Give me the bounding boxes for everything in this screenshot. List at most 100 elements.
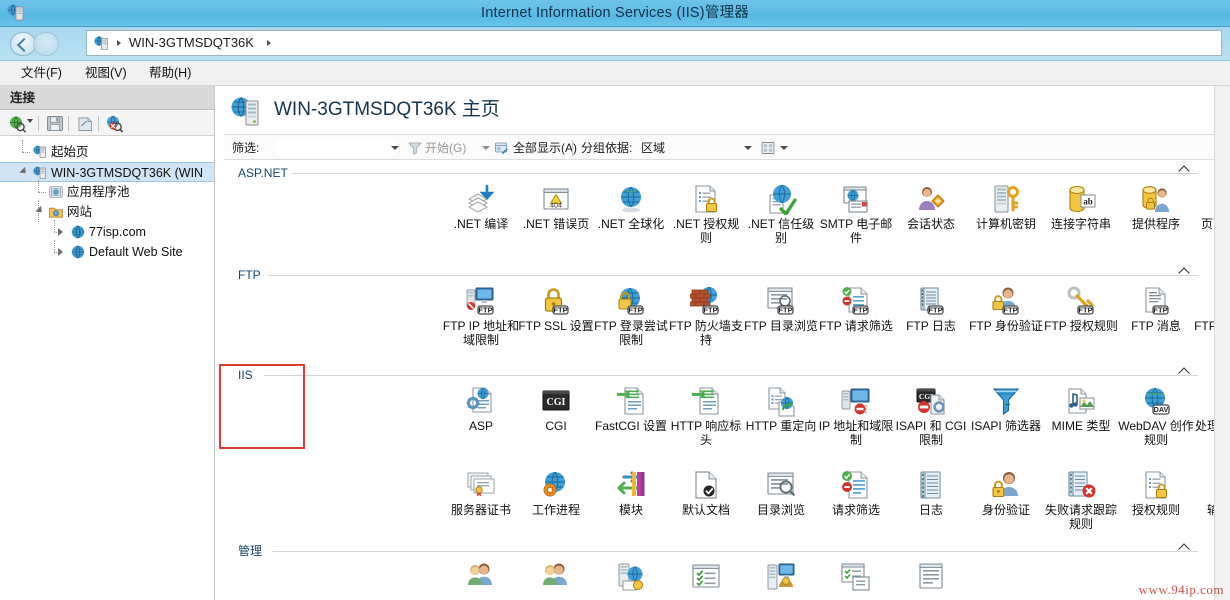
group-by-caret[interactable] xyxy=(744,146,752,150)
filter-label: 筛选: xyxy=(232,141,260,155)
export-icon[interactable] xyxy=(75,114,95,133)
feature-providers[interactable]: 提供程序 xyxy=(1117,183,1195,231)
group-by-value[interactable]: 区域 xyxy=(641,135,665,161)
feature-net-authorization-rules[interactable]: .NET 授权规则 xyxy=(667,183,745,245)
connect-globe-icon[interactable] xyxy=(8,114,28,133)
feature-label: 失败请求跟踪规则 xyxy=(1044,503,1117,531)
section-rule xyxy=(292,173,1198,174)
filter-go-button[interactable]: 开始(G) xyxy=(425,135,466,161)
chevron-up-icon[interactable] xyxy=(1179,165,1190,173)
feature-ftp-logging[interactable]: FTP FTP 日志 xyxy=(892,285,970,333)
tree-item-start-page[interactable]: 起始页 xyxy=(0,140,214,162)
feature-machine-key[interactable]: 计算机密钥 xyxy=(967,183,1045,231)
filter-input[interactable] xyxy=(276,139,396,157)
chevron-expanded-icon[interactable] xyxy=(35,205,45,216)
net-globalization-icon xyxy=(615,183,647,215)
feature-iis-manager-users[interactable] xyxy=(517,561,595,595)
connection-strings-icon: ab xyxy=(1065,183,1097,215)
feature-failed-request-tracing-rules[interactable]: 失败请求跟踪规则 xyxy=(1042,469,1120,531)
filter-dropdown-caret[interactable] xyxy=(391,146,399,150)
connect-dropdown-caret[interactable] xyxy=(27,119,33,123)
breadcrumb-separator-1 xyxy=(117,40,121,46)
feature-request-filtering[interactable]: 请求筛选 xyxy=(817,469,895,517)
save-disk-icon[interactable] xyxy=(45,114,65,133)
feature-session-state[interactable]: 会话状态 xyxy=(892,183,970,231)
chevron-up-icon[interactable] xyxy=(1179,267,1190,275)
feature-fastcgi-settings[interactable]: FastCGI 设置 xyxy=(592,385,670,433)
feature-ftp-authorization-rules[interactable]: FTP FTP 授权规则 xyxy=(1042,285,1120,333)
view-mode-caret[interactable] xyxy=(780,146,788,150)
feature-modules[interactable]: 模块 xyxy=(592,469,670,517)
tree-item-server[interactable]: WIN-3GTMSDQT36K (WIN xyxy=(0,162,214,182)
feature-worker-processes[interactable]: 工作进程 xyxy=(517,469,595,517)
feature-authentication[interactable]: 身份验证 xyxy=(967,469,1045,517)
feature-directory-browsing[interactable]: 目录浏览 xyxy=(742,469,820,517)
chevron-up-icon[interactable] xyxy=(1179,543,1190,551)
feature-authorization-rules[interactable]: 授权规则 xyxy=(1117,469,1195,517)
ftp-firewall-support-icon: FTP xyxy=(687,285,722,317)
feature-configuration-editor[interactable] xyxy=(667,561,745,595)
feature-net-globalization[interactable]: .NET 全球化 xyxy=(592,183,670,231)
menu-view[interactable]: 视图(V) xyxy=(76,61,136,86)
feature-label: CGI xyxy=(545,419,567,433)
feature-label: HTTP 重定向 xyxy=(745,419,817,433)
mime-types-icon xyxy=(1065,385,1097,417)
tree-item-sites[interactable]: 网站 xyxy=(0,200,214,222)
feature-ftp-authentication[interactable]: FTP FTP 身份验证 xyxy=(967,285,1045,333)
machine-key-icon xyxy=(990,183,1022,215)
feature-shared-configuration[interactable] xyxy=(742,561,820,595)
breadcrumb-server[interactable]: WIN-3GTMSDQT36K xyxy=(129,31,254,55)
http-redirect-icon xyxy=(765,385,797,417)
feature-asp[interactable]: ASP xyxy=(442,385,520,433)
feature-mime-types[interactable]: MIME 类型 xyxy=(1042,385,1120,433)
isapi-cgi-restrictions-icon: CGI xyxy=(915,385,947,417)
show-all-button[interactable]: 全部显示(A) xyxy=(513,135,577,161)
svg-text:FTP: FTP xyxy=(1153,305,1167,314)
feature-ftp-request-filtering[interactable]: FTP FTP 请求筛选 xyxy=(817,285,895,333)
feature-delegation-icon xyxy=(840,561,872,593)
page-title: WIN-3GTMSDQT36K 主页 xyxy=(274,99,500,120)
feature-net-compilation[interactable]: .NET 编译 xyxy=(442,183,520,231)
chevron-collapsed-icon[interactable] xyxy=(58,228,63,236)
chevron-collapsed-icon[interactable] xyxy=(58,248,63,256)
feature-ftp-firewall-support[interactable]: FTP FTP 防火墙支持 xyxy=(667,285,745,347)
view-mode-icon[interactable] xyxy=(760,140,776,156)
feature-net-trust-levels[interactable]: .NET 信任级别 xyxy=(742,183,820,245)
feature-isapi-filters[interactable]: ISAPI 筛选器 xyxy=(967,385,1045,433)
address-bar[interactable]: WIN-3GTMSDQT36K xyxy=(86,30,1222,56)
feature-default-document[interactable]: 默认文档 xyxy=(667,469,745,517)
failed-request-tracing-rules-icon xyxy=(1065,469,1097,501)
feature-ip-address-domain-restrictions[interactable]: IP 地址和域限制 xyxy=(817,385,895,447)
feature-ftp-ssl-settings[interactable]: FTP FTP SSL 设置 xyxy=(517,285,595,333)
filter-go-caret[interactable] xyxy=(482,146,490,150)
feature-label: .NET 信任级别 xyxy=(747,217,815,245)
tree-item-site-77isp[interactable]: 77isp.com xyxy=(0,220,214,242)
disconnect-globe-icon[interactable] xyxy=(105,114,125,133)
feature-management-service[interactable] xyxy=(592,561,670,595)
feature-http-response-headers[interactable]: HTTP 响应标头 xyxy=(667,385,745,447)
feature-cgi[interactable]: CGI CGI xyxy=(517,385,595,433)
menu-help[interactable]: 帮助(H) xyxy=(140,61,200,86)
tree-item-application-pools[interactable]: 应用程序池 xyxy=(0,180,214,202)
feature-ftp-ip-domain-restrictions[interactable]: FTP FTP IP 地址和域限制 xyxy=(442,285,520,347)
feature-centralized-certificates[interactable] xyxy=(892,561,970,595)
feature-http-redirect[interactable]: HTTP 重定向 xyxy=(742,385,820,433)
feature-server-certificates[interactable]: 服务器证书 xyxy=(442,469,520,517)
chevron-expanded-icon[interactable] xyxy=(19,166,29,177)
feature-logging[interactable]: 日志 xyxy=(892,469,970,517)
vertical-scrollbar[interactable] xyxy=(1214,86,1230,600)
feature-net-error-pages[interactable]: 404 .NET 错误页 xyxy=(517,183,595,231)
feature-ftp-messages[interactable]: FTP FTP 消息 xyxy=(1117,285,1195,333)
tree-item-site-default[interactable]: Default Web Site xyxy=(0,240,214,262)
feature-connection-strings[interactable]: ab 连接字符串 xyxy=(1042,183,1120,231)
feature-ftp-logon-attempt-restrictions[interactable]: FTP FTP 登录尝试限制 xyxy=(592,285,670,347)
feature-ftp-directory-browsing[interactable]: FTP FTP 目录浏览 xyxy=(742,285,820,333)
feature-smtp-email[interactable]: SMTP 电子邮件 xyxy=(817,183,895,245)
feature-iis-manager-permissions[interactable] xyxy=(442,561,520,595)
menu-file[interactable]: 文件(F) xyxy=(12,61,71,86)
forward-arrow-icon[interactable] xyxy=(33,32,59,56)
feature-isapi-cgi-restrictions[interactable]: CGI ISAPI 和 CGI 限制 xyxy=(892,385,970,447)
feature-feature-delegation[interactable] xyxy=(817,561,895,595)
chevron-up-icon[interactable] xyxy=(1179,367,1190,375)
feature-webdav-authoring-rules[interactable]: DAV WebDAV 创作规则 xyxy=(1117,385,1195,447)
